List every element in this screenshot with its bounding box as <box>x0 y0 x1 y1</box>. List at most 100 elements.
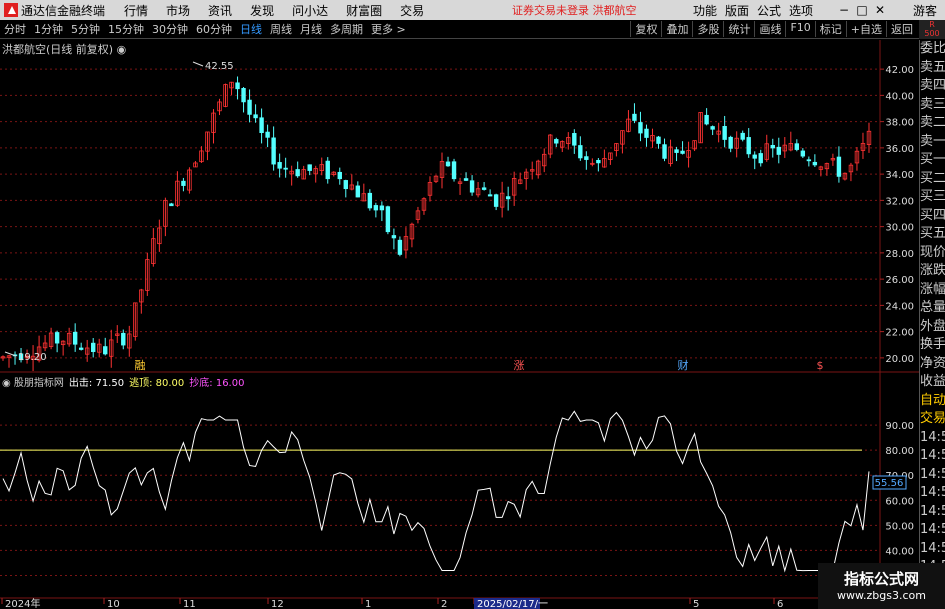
candle-body <box>367 192 373 209</box>
x-tick-label: 2025/02/17/一 <box>477 599 548 609</box>
sidebar-item-16[interactable]: 换手 <box>920 336 945 355</box>
candle-body <box>596 159 601 164</box>
price-tick-label: 36.00 <box>885 144 914 155</box>
price-tick-label: 20.00 <box>885 354 914 365</box>
price-tick-label: 38.00 <box>885 118 914 129</box>
ind-tick-label: 50.00 <box>885 521 914 532</box>
candle-body <box>54 332 60 344</box>
sidebar-item-5[interactable]: 卖一 <box>920 133 945 152</box>
candle-body <box>463 178 469 181</box>
x-tick-label: 1 <box>365 599 371 609</box>
candle-body <box>397 239 403 255</box>
candle-body <box>493 194 499 207</box>
high-pointer <box>192 61 204 67</box>
candle-body <box>740 132 745 140</box>
price-tick-label: 32.00 <box>885 196 914 207</box>
sidebar-item-15[interactable]: 外盘 <box>920 318 945 337</box>
price-tick-label: 28.00 <box>885 249 914 260</box>
candle-body <box>355 185 361 198</box>
sidebar-item-10[interactable]: 买五 <box>920 225 945 244</box>
sidebar-item-17[interactable]: 净资 <box>920 355 945 374</box>
sidebar-item-9[interactable]: 买四 <box>920 207 945 226</box>
quote-sidebar: 委比 卖五 卖四 卖三 卖二 卖一 买一 买二 买三 买四 买五 现价 涨跌 涨幅 总量 外盘 换手 净资 收益 自动… <box>919 40 945 609</box>
sidebar-item-7[interactable]: 买二 <box>920 170 945 189</box>
candle-body <box>680 150 685 154</box>
candle-body <box>554 139 559 144</box>
candle-body <box>469 180 475 193</box>
candle-body <box>584 156 589 160</box>
x-tick-label: 10 <box>107 599 120 609</box>
candle-body <box>752 154 757 159</box>
main-chart[interactable]: 42.00 40.00 38.00 36.00 34.00 32.00 30.00 28.00… <box>0 0 945 609</box>
candle-body <box>806 159 812 162</box>
sidebar-item-18[interactable]: 收益 <box>920 373 945 392</box>
indicator-name[interactable]: ◉ 股朋指标网 <box>2 374 64 389</box>
sidebar-item-27[interactable]: 14:56 <box>920 540 945 559</box>
sidebar-item-0[interactable]: 委比 <box>920 40 945 59</box>
candle-body <box>307 164 312 171</box>
candle-body <box>78 347 84 350</box>
sidebar-item-4[interactable]: 卖二 <box>920 114 945 133</box>
candle-body <box>181 180 186 186</box>
price-tick-label: 26.00 <box>885 275 914 286</box>
candle-body <box>710 126 715 130</box>
candle-body <box>800 150 806 157</box>
sidebar-item-25[interactable]: 14:56 <box>920 503 945 522</box>
candle-body <box>103 346 108 355</box>
candle-body <box>836 156 842 177</box>
sidebar-item-21[interactable]: 14:56 <box>920 429 945 448</box>
candle-body <box>722 126 727 140</box>
candle-body <box>674 149 679 153</box>
candle-body <box>277 162 282 169</box>
event-mark-0: 融 <box>135 359 146 372</box>
price-tick-label: 30.00 <box>885 223 914 234</box>
indicator-value-1: 逃顶: 80.00 <box>129 378 185 389</box>
x-tick-label: 6 <box>777 599 783 609</box>
sidebar-item-24[interactable]: 14:56 <box>920 484 945 503</box>
sidebar-item-8[interactable]: 买三 <box>920 188 945 207</box>
x-tick-label: 5 <box>693 599 699 609</box>
sidebar-item-26[interactable]: 14:56 <box>920 521 945 540</box>
candle-body <box>451 161 457 180</box>
sidebar-item-2[interactable]: 卖四 <box>920 77 945 96</box>
sidebar-item-23[interactable]: 14:56 <box>920 466 945 485</box>
sidebar-item-12[interactable]: 涨跌 <box>920 262 945 281</box>
candle-body <box>728 136 733 149</box>
event-mark-2: 财 <box>678 358 689 372</box>
sidebar-item-14[interactable]: 总量 <box>920 299 945 318</box>
sidebar-item-3[interactable]: 卖三 <box>920 96 945 115</box>
sidebar-item-11[interactable]: 现价 <box>920 244 945 263</box>
candle-body <box>337 171 342 180</box>
candle-body <box>295 169 300 177</box>
current-value-label: 55.56 <box>875 478 904 489</box>
indicator-value-0: 出击: 71.50 <box>68 378 125 389</box>
sidebar-item-13[interactable]: 涨幅 <box>920 281 945 300</box>
sidebar-item-6[interactable]: 买一 <box>920 151 945 170</box>
sidebar-item-1[interactable]: 卖五 <box>920 59 945 78</box>
candle-body <box>391 235 397 239</box>
candle-body <box>253 114 258 119</box>
candle-body <box>259 117 264 134</box>
sidebar-item-19[interactable]: 自动 <box>920 392 945 411</box>
candle-body <box>704 114 709 125</box>
candle-body <box>325 160 330 180</box>
sidebar-item-20[interactable]: 交易 <box>920 410 945 429</box>
candle-body <box>794 143 800 150</box>
event-mark-1: 涨 <box>514 359 525 372</box>
ind-tick-label: 90.00 <box>885 421 914 432</box>
candle-body <box>121 332 126 346</box>
indicator-info: ◉ 股朋指标网 出击: 71.50 逃顶: 80.00 抄底: 16.00 <box>2 374 244 389</box>
event-mark-3: $ <box>817 359 824 372</box>
candle-body <box>72 331 78 345</box>
candle-body <box>481 187 487 190</box>
sidebar-item-22[interactable]: 14:56 <box>920 447 945 466</box>
price-tick-label: 34.00 <box>885 170 914 181</box>
candle-body <box>638 122 643 134</box>
candle-body <box>487 194 493 197</box>
indicator-line <box>2 410 870 580</box>
candle-body <box>505 196 511 200</box>
candle-body <box>385 206 391 233</box>
candle-body <box>343 180 348 190</box>
candle-body <box>644 128 649 138</box>
watermark: 指标公式网 www.zbgs3.com <box>818 563 945 609</box>
